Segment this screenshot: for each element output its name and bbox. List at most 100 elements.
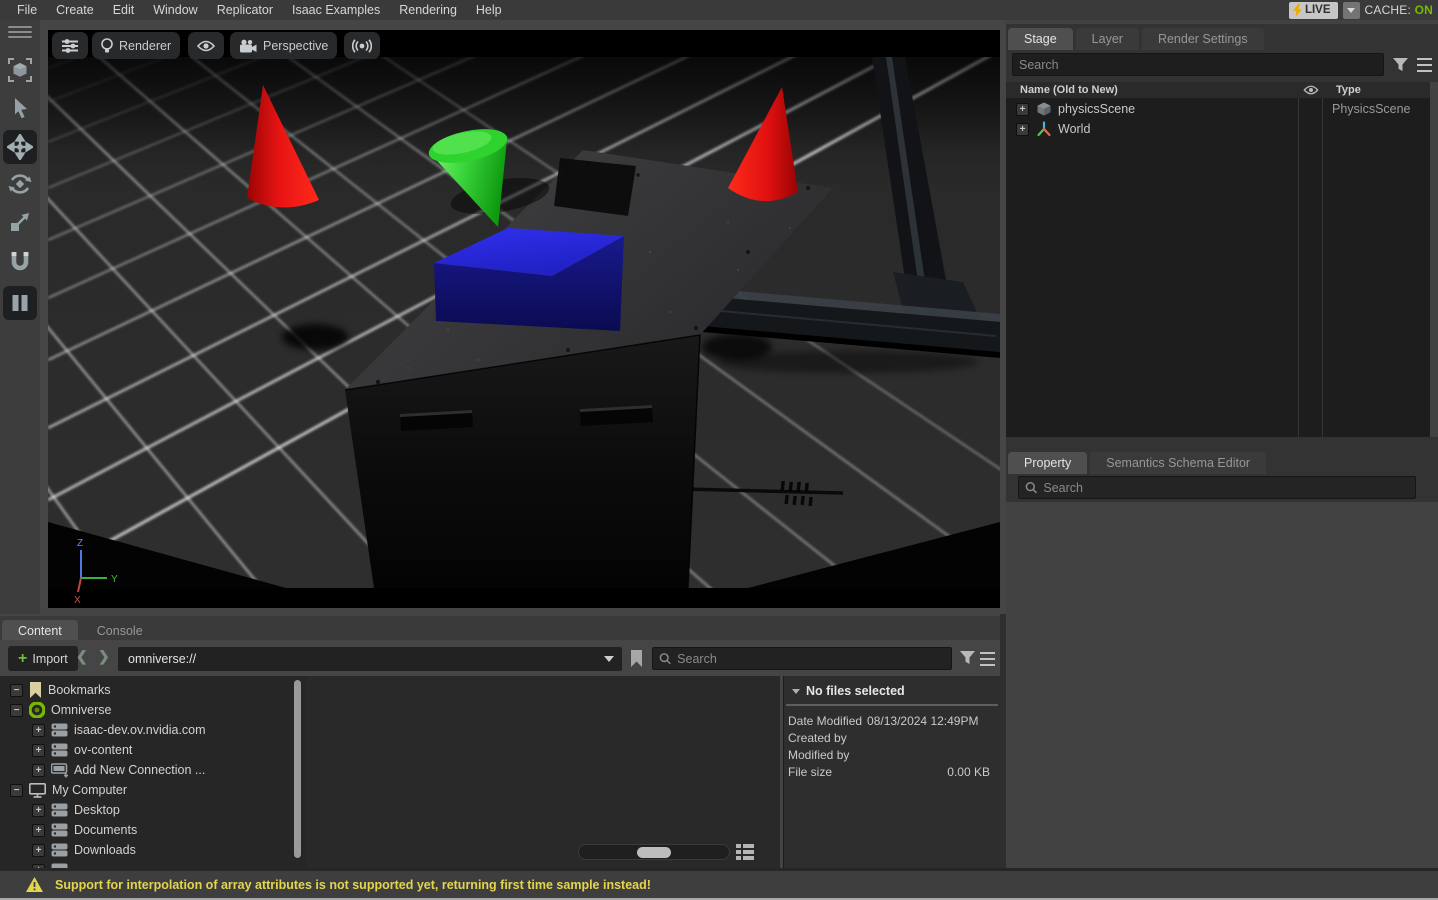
pause-button[interactable] [3, 286, 37, 320]
stage-search-input[interactable] [1019, 58, 1377, 72]
slider-handle[interactable] [637, 847, 671, 858]
stage-row-physicsscene[interactable]: + physicsScene PhysicsScene [1006, 99, 1430, 119]
menu-replicator[interactable]: Replicator [208, 3, 283, 17]
eye-icon [197, 40, 215, 52]
tree-item-label[interactable]: Bookmarks [48, 683, 111, 697]
path-dropdown-icon[interactable] [604, 656, 614, 662]
viewport-renderer-button[interactable]: Renderer [92, 32, 180, 59]
cursor-icon [8, 96, 32, 120]
rotate-tool-button[interactable] [6, 170, 34, 198]
tree-item-label[interactable]: Documents [74, 823, 137, 837]
column-name[interactable]: Name (Old to New) [1020, 84, 1118, 96]
viewport[interactable]: Z Y X Renderer [48, 30, 1000, 608]
tree-item-label[interactable]: Downloads [74, 843, 136, 857]
collapse-icon[interactable]: − [10, 784, 23, 797]
bookmark-toggle-button[interactable] [630, 650, 643, 667]
path-bar[interactable]: omniverse:// [118, 647, 622, 671]
forward-button[interactable]: ❯ [98, 648, 110, 665]
prim-name[interactable]: World [1058, 122, 1090, 136]
tab-stage[interactable]: Stage [1008, 28, 1073, 50]
viewport-camera-button[interactable]: Perspective [230, 32, 337, 59]
stage-search-field[interactable] [1012, 53, 1384, 76]
tab-render-settings[interactable]: Render Settings [1142, 28, 1264, 50]
tree-item-label[interactable]: isaac-dev.ov.nvidia.com [74, 723, 206, 737]
expand-icon[interactable]: + [32, 804, 45, 817]
toolbar-drag-handle[interactable] [8, 26, 32, 41]
menu-isaac-examples[interactable]: Isaac Examples [283, 3, 390, 17]
tab-layer[interactable]: Layer [1076, 28, 1139, 50]
tree-item-ov-content[interactable]: + ov-content [0, 740, 306, 760]
select-tool-button[interactable] [6, 94, 34, 122]
tree-item-label[interactable]: My Computer [52, 783, 127, 797]
import-button[interactable]: + Import [8, 646, 78, 671]
tree-item-omniverse[interactable]: − Omniverse [0, 700, 306, 720]
tree-item-label[interactable]: Add New Connection ... [74, 763, 205, 777]
tree-item-downloads[interactable]: + Downloads [0, 840, 306, 860]
menu-window[interactable]: Window [144, 3, 207, 17]
menu-rendering[interactable]: Rendering [390, 3, 467, 17]
tree-item-bookmarks[interactable]: − Bookmarks [0, 680, 306, 700]
stage-filter-button[interactable] [1393, 58, 1408, 72]
content-search-field[interactable] [652, 647, 952, 670]
expand-icon[interactable]: + [32, 844, 45, 857]
lightbulb-icon [101, 38, 113, 54]
tree-item-add-new-connection[interactable]: + Add New Connection ... [0, 760, 306, 780]
tab-console[interactable]: Console [81, 620, 159, 642]
stage-options-button[interactable] [1417, 56, 1432, 74]
menu-file[interactable]: File [8, 3, 47, 17]
path-value[interactable]: omniverse:// [128, 652, 196, 666]
tree-item-label[interactable]: Desktop [74, 803, 120, 817]
frame-selection-button[interactable] [6, 56, 34, 84]
tree-scrollbar[interactable] [294, 680, 301, 858]
drive-icon [51, 803, 68, 817]
expand-icon[interactable]: + [32, 764, 45, 777]
prim-name[interactable]: physicsScene [1058, 102, 1135, 116]
magnet-icon [7, 249, 33, 275]
menu-help[interactable]: Help [467, 3, 512, 17]
list-view-icon [735, 843, 755, 861]
tree-item-label[interactable]: ov-content [74, 743, 132, 757]
tree-item-my-computer[interactable]: − My Computer [0, 780, 306, 800]
column-type[interactable]: Type [1336, 84, 1361, 96]
content-filter-button[interactable] [960, 651, 975, 665]
scale-tool-button[interactable] [6, 208, 34, 236]
viewport-settings-button[interactable] [52, 32, 88, 59]
live-dropdown-button[interactable] [1343, 2, 1360, 19]
menu-create[interactable]: Create [47, 3, 104, 17]
expand-icon[interactable]: + [32, 724, 45, 737]
tree-item-desktop[interactable]: + Desktop [0, 800, 306, 820]
selection-header[interactable]: No files selected [786, 676, 998, 706]
panel-divider[interactable] [1000, 614, 1006, 868]
expand-icon[interactable]: + [1016, 123, 1029, 136]
stage-row-world[interactable]: + World [1006, 119, 1430, 139]
expand-icon[interactable]: + [1016, 103, 1029, 116]
live-sync-button[interactable]: LIVE [1289, 2, 1338, 19]
tab-content[interactable]: Content [2, 620, 78, 642]
property-search-field[interactable] [1018, 476, 1416, 499]
tree-item-isaac-dev[interactable]: + isaac-dev.ov.nvidia.com [0, 720, 306, 740]
tab-semantics-schema-editor[interactable]: Semantics Schema Editor [1090, 452, 1266, 474]
tab-property[interactable]: Property [1008, 452, 1087, 474]
collapse-icon[interactable]: − [10, 684, 23, 697]
stage-column-header[interactable]: Name (Old to New) Type [1006, 82, 1430, 98]
expand-icon[interactable]: + [32, 744, 45, 757]
content-files-pane[interactable] [306, 676, 780, 868]
thumbnail-size-slider[interactable] [578, 844, 730, 860]
menu-edit[interactable]: Edit [104, 3, 145, 17]
viewport-visibility-button[interactable] [188, 32, 224, 59]
expand-icon[interactable]: + [32, 824, 45, 837]
tree-item-label[interactable]: Omniverse [51, 703, 111, 717]
visibility-column-eye-icon[interactable] [1303, 85, 1319, 95]
property-search-input[interactable] [1043, 481, 1409, 495]
content-search-input[interactable] [677, 652, 945, 666]
move-tool-button[interactable] [3, 130, 37, 164]
back-button[interactable]: ❮ [76, 648, 88, 665]
list-view-toggle-button[interactable] [735, 843, 755, 861]
collapse-icon[interactable]: − [10, 704, 23, 717]
omniverse-isaac-sim-window: File Create Edit Window Replicator Isaac… [0, 0, 1438, 900]
snap-tool-button[interactable] [6, 248, 34, 276]
content-options-button[interactable] [980, 650, 995, 668]
viewport-waypoint-button[interactable] [344, 32, 380, 59]
tree-item-documents[interactable]: + Documents [0, 820, 306, 840]
tree-item-partial[interactable]: + [0, 860, 306, 868]
